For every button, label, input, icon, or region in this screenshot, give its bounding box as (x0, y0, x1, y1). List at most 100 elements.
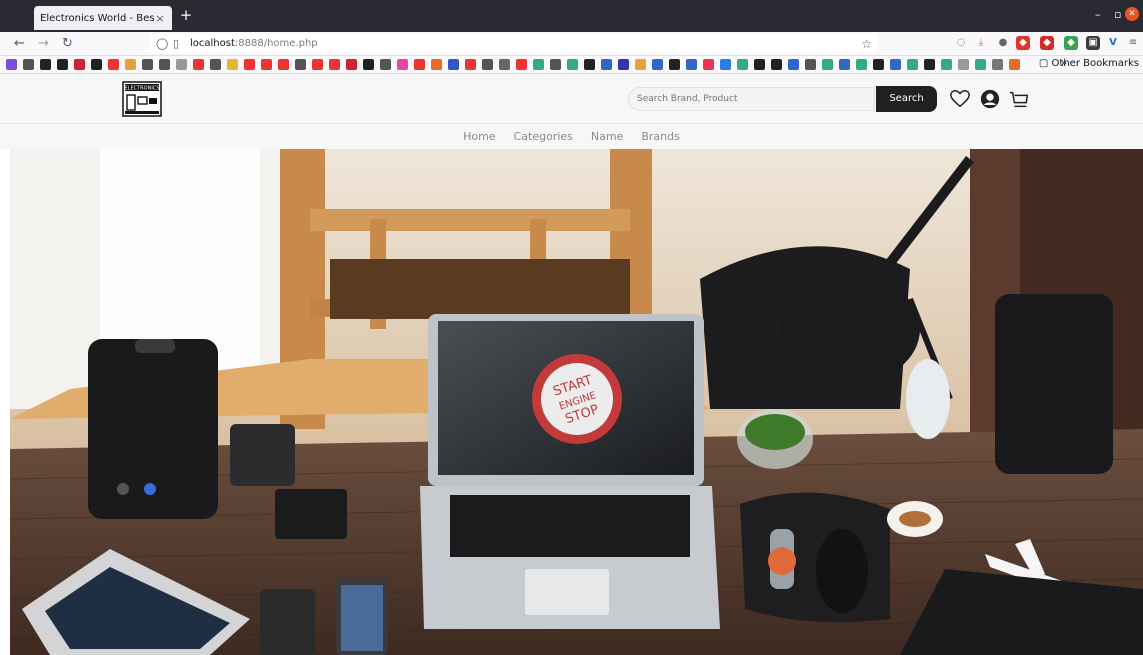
other-bookmarks-folder[interactable]: ▢ Other Bookmarks (1039, 58, 1139, 69)
bookmark-favicon-icon[interactable] (108, 59, 119, 70)
bookmark-favicon-icon[interactable] (941, 59, 952, 70)
forward-icon[interactable]: → (38, 36, 49, 51)
search-input[interactable] (628, 87, 875, 111)
bookmark-favicon-icon[interactable] (737, 59, 748, 70)
minimize-icon[interactable]: – (1095, 8, 1101, 21)
bookmark-favicon-icon[interactable] (346, 59, 357, 70)
bookmark-favicon-icon[interactable] (822, 59, 833, 70)
bookmark-favicon-icon[interactable] (499, 59, 510, 70)
nav-categories[interactable]: Categories (505, 130, 582, 143)
bookmark-favicon-icon[interactable] (652, 59, 663, 70)
bookmark-favicon-icon[interactable] (924, 59, 935, 70)
bookmark-favicon-icon[interactable] (805, 59, 816, 70)
bookmark-favicon-icon[interactable] (23, 59, 34, 70)
bookmark-favicon-icon[interactable] (482, 59, 493, 70)
bookmark-star-icon[interactable]: ☆ (861, 37, 872, 51)
bookmark-favicon-icon[interactable] (567, 59, 578, 70)
maximize-icon[interactable]: ▫ (1114, 8, 1121, 21)
container-icon[interactable]: ▣ (1086, 36, 1100, 50)
bookmark-favicon-icon[interactable] (329, 59, 340, 70)
bookmark-favicon-icon[interactable] (261, 59, 272, 70)
bookmark-favicon-icon[interactable] (74, 59, 85, 70)
store-logo[interactable]: ELECTRONICS (122, 81, 162, 117)
bookmark-favicon-icon[interactable] (57, 59, 68, 70)
bookmark-favicon-icon[interactable] (873, 59, 884, 70)
bookmark-favicon-icon[interactable] (890, 59, 901, 70)
bookmark-favicon-icon[interactable] (295, 59, 306, 70)
page-info-icon[interactable]: ▯ (173, 37, 187, 50)
vue-devtools-icon[interactable]: V (1106, 36, 1120, 50)
account-icon[interactable] (979, 88, 1001, 110)
tracking-shield-icon[interactable]: ◯ (156, 37, 170, 50)
bookmark-favicon-icon[interactable] (618, 59, 629, 70)
bookmark-favicon-icon[interactable] (584, 59, 595, 70)
extension-icon[interactable]: ● (996, 36, 1010, 50)
bookmark-favicon-icon[interactable] (754, 59, 765, 70)
bookmark-favicon-icon[interactable] (686, 59, 697, 70)
downloads-icon[interactable]: ⤓ (974, 36, 988, 50)
bookmark-favicon-icon[interactable] (448, 59, 459, 70)
bookmark-favicon-icon[interactable] (975, 59, 986, 70)
bookmark-favicon-icon[interactable] (91, 59, 102, 70)
bookmark-favicon-icon[interactable] (244, 59, 255, 70)
hero-banner-image: START ENGINE STOP (10, 149, 1143, 655)
bookmark-favicon-icon[interactable] (278, 59, 289, 70)
bookmark-favicon-icon[interactable] (1009, 59, 1020, 70)
new-tab-button[interactable]: + (179, 6, 193, 24)
browser-tab-strip: Electronics World - Best Onl × + – ▫ ✕ (0, 0, 1143, 32)
bookmark-favicon-icon[interactable] (193, 59, 204, 70)
shield-extension-icon[interactable]: ◆ (1064, 36, 1078, 50)
bookmark-favicon-icon[interactable] (363, 59, 374, 70)
bookmark-favicon-icon[interactable] (839, 59, 850, 70)
bookmark-favicon-icon[interactable] (907, 59, 918, 70)
logo-text: ELECTRONICS (125, 86, 160, 92)
close-tab-icon[interactable]: × (154, 12, 166, 25)
bookmark-favicon-icon[interactable] (159, 59, 170, 70)
bookmark-favicon-icon[interactable] (397, 59, 408, 70)
nav-name[interactable]: Name (582, 130, 632, 143)
bookmark-favicon-icon[interactable] (142, 59, 153, 70)
bookmark-favicon-icon[interactable] (856, 59, 867, 70)
bookmark-favicon-icon[interactable] (210, 59, 221, 70)
menu-icon[interactable]: ≡ (1126, 36, 1140, 50)
bookmark-favicon-icon[interactable] (380, 59, 391, 70)
bookmark-favicon-icon[interactable] (669, 59, 680, 70)
bookmark-favicon-icon[interactable] (414, 59, 425, 70)
pocket-icon[interactable]: ◌ (954, 36, 968, 50)
bookmark-favicon-icon[interactable] (431, 59, 442, 70)
site-navigation: Home Categories Name Brands (0, 124, 1143, 149)
bookmark-favicon-icon[interactable] (533, 59, 544, 70)
bookmark-favicon-icon[interactable] (720, 59, 731, 70)
nav-brands[interactable]: Brands (632, 130, 689, 143)
bookmark-favicon-icon[interactable] (6, 59, 17, 70)
browser-tab[interactable]: Electronics World - Best Onl × (34, 6, 172, 30)
window-close-icon[interactable]: ✕ (1125, 7, 1139, 21)
adblock-icon[interactable]: ◆ (1040, 36, 1054, 50)
bookmark-favicon-icon[interactable] (125, 59, 136, 70)
bookmark-favicon-icon[interactable] (703, 59, 714, 70)
bookmark-favicon-icon[interactable] (992, 59, 1003, 70)
bookmarks-bar: » ▢ Other Bookmarks (0, 56, 1143, 74)
bookmark-favicon-icon[interactable] (176, 59, 187, 70)
bookmark-favicon-icon[interactable] (601, 59, 612, 70)
bookmark-favicon-icon[interactable] (771, 59, 782, 70)
bookmark-favicon-icon[interactable] (312, 59, 323, 70)
bookmark-favicon-icon[interactable] (550, 59, 561, 70)
bookmark-favicon-icon[interactable] (40, 59, 51, 70)
bookmark-favicon-icon[interactable] (516, 59, 527, 70)
back-icon[interactable]: ← (14, 36, 25, 51)
nav-home[interactable]: Home (454, 130, 504, 143)
bookmark-favicon-icon[interactable] (227, 59, 238, 70)
bookmark-favicon-icon[interactable] (788, 59, 799, 70)
wishlist-heart-icon[interactable] (949, 88, 971, 110)
bookmark-favicon-icon[interactable] (958, 59, 969, 70)
ublock-icon[interactable]: ◆ (1016, 36, 1030, 50)
browser-toolbar: ← → ↻ ◯ ▯ localhost:8888/home.php ☆ ◌ ⤓ … (0, 32, 1143, 56)
address-bar[interactable]: ◯ ▯ localhost:8888/home.php ☆ (150, 34, 878, 53)
search-button[interactable]: Search (876, 86, 937, 112)
cart-icon[interactable] (1008, 88, 1030, 110)
url-path: :8888/home.php (234, 38, 318, 49)
reload-icon[interactable]: ↻ (62, 36, 73, 51)
bookmark-favicon-icon[interactable] (465, 59, 476, 70)
bookmark-favicon-icon[interactable] (635, 59, 646, 70)
